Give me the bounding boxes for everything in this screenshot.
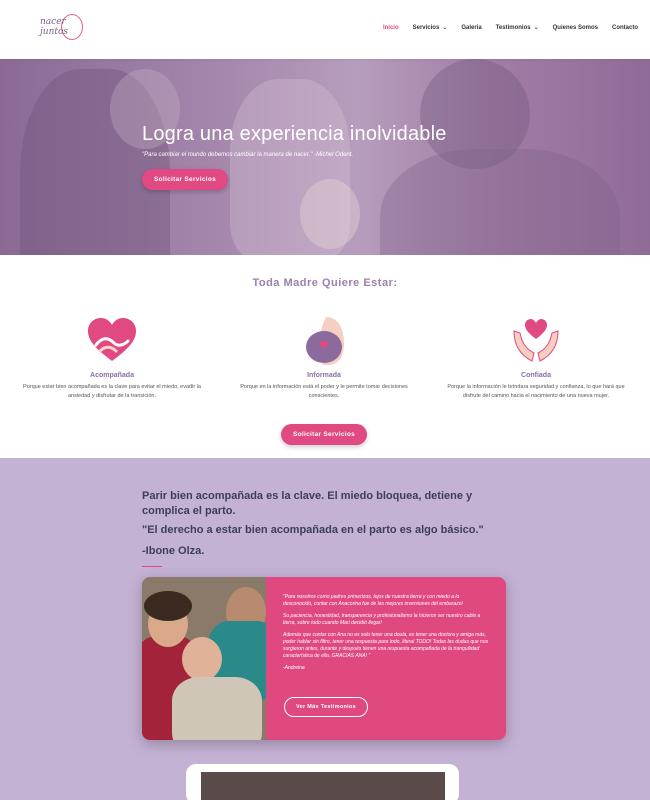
section-quote: Parir bien acompañada es la clave. El mi… xyxy=(142,490,473,517)
features-heading: Toda Madre Quiere Estar: xyxy=(252,277,398,289)
testimonial-paragraph: "Para nosotros como padres primerizos, l… xyxy=(283,594,463,607)
nav-item-testimonios[interactable]: Testimonios ⌄ xyxy=(496,24,539,32)
nav-item-galeria[interactable]: Galeria xyxy=(461,24,481,31)
nav-item-contacto[interactable]: Contacto xyxy=(612,24,638,31)
feature-informada: Informada Porque en la información está … xyxy=(224,315,424,400)
testimonials-section: Parir bien acompañada es la clave. El mi… xyxy=(0,458,650,800)
testimonial-paragraph: Su paciencia, honestidad, transparencia … xyxy=(283,613,481,626)
photo-shape xyxy=(144,591,192,621)
heart-hug-icon xyxy=(86,315,138,367)
hero-request-services-button[interactable]: Solicitar Servicios xyxy=(142,169,228,190)
feature-confiada: Confiada Porque la información le brinda… xyxy=(436,315,636,400)
more-testimonials-button[interactable]: Ver Más Testimonios xyxy=(284,697,368,717)
testimonial-author: -Andreina xyxy=(283,665,305,671)
next-section-card xyxy=(186,764,459,800)
feature-description: Porque en la información está el poder y… xyxy=(240,384,408,399)
features-section: Toda Madre Quiere Estar: Acompañada Porq… xyxy=(0,255,650,458)
feature-acompanada: Acompañada Porque estar bien acompañada … xyxy=(12,315,212,400)
feature-description: Porque la información le brindara seguri… xyxy=(447,384,625,399)
feature-title: Acompañada xyxy=(90,372,134,379)
site-header: nacer juntos Inicio Servicios ⌄ Galeria T… xyxy=(0,0,650,59)
hero-photo-figure xyxy=(380,149,620,255)
hero-quote: "Para cambiar el mundo debemos cambiar l… xyxy=(142,152,354,158)
hero-title: Logra una experiencia inolvidable xyxy=(142,123,447,145)
testimonial-paragraph: Además que contar con Ana no es solo ten… xyxy=(283,632,489,659)
feature-title: Confiada xyxy=(521,372,551,379)
feature-description: Porque estar bien acompañada es la clave… xyxy=(23,384,201,399)
pregnant-belly-icon xyxy=(298,315,350,367)
testimonial-photo xyxy=(142,577,266,740)
hands-heart-icon xyxy=(510,315,562,367)
features-request-services-button[interactable]: Solicitar Servicios xyxy=(281,424,367,445)
photo-shape xyxy=(182,637,222,681)
next-section-image xyxy=(201,772,445,800)
nav-item-quienes-somos[interactable]: Quienes Somos xyxy=(553,24,598,31)
logo-text-line2: juntos xyxy=(40,27,69,37)
photo-shape xyxy=(172,677,262,740)
hero-banner: Logra una experiencia inolvidable "Para … xyxy=(0,59,650,255)
chevron-down-icon: ⌄ xyxy=(442,25,448,31)
testimonial-card: "Para nosotros como padres primerizos, l… xyxy=(142,577,506,740)
logo[interactable]: nacer juntos xyxy=(40,12,90,46)
section-quote-secondary: "El derecho a estar bien acompañada en e… xyxy=(142,524,484,536)
chevron-down-icon: ⌄ xyxy=(533,25,539,31)
feature-title: Informada xyxy=(307,372,341,379)
testimonial-text: "Para nosotros como padres primerizos, l… xyxy=(266,577,506,740)
logo-text-line1: nacer xyxy=(40,17,66,27)
main-nav: Inicio Servicios ⌄ Galeria Testimonios ⌄ Q… xyxy=(383,24,638,32)
nav-item-inicio[interactable]: Inicio xyxy=(383,24,399,31)
nav-item-servicios[interactable]: Servicios ⌄ xyxy=(413,24,448,32)
divider xyxy=(142,566,162,567)
hero-photo-figure xyxy=(300,179,360,249)
quote-author: -Ibone Olza. xyxy=(142,545,205,557)
